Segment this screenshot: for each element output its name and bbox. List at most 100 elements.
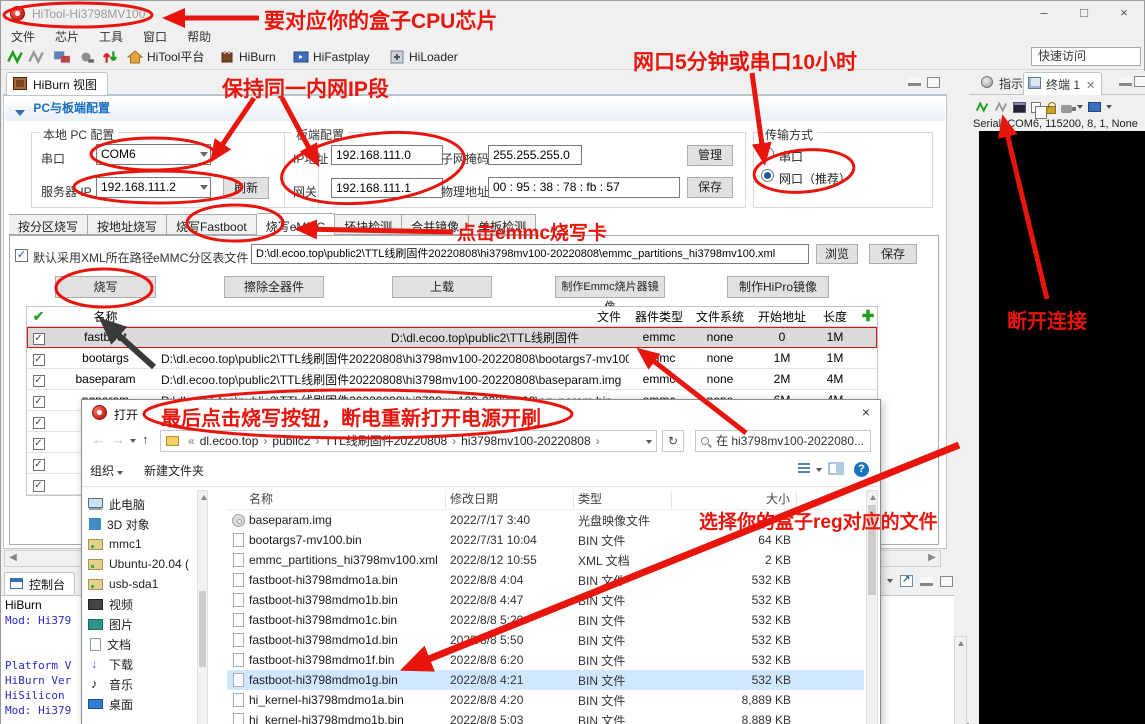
xml-save-button[interactable]: 保存 [869,244,917,264]
back-icon[interactable]: ← [92,432,105,447]
sidebar-item[interactable]: 桌面 [88,694,198,714]
col-file-date[interactable]: 修改日期 [446,490,574,509]
serial-radio-label[interactable]: 串口 [779,148,803,165]
plug-icon[interactable] [1061,105,1072,113]
row-checkbox[interactable]: ✓ [33,417,45,429]
sidebar-item[interactable]: 视频 [88,594,198,614]
col-file[interactable]: 文件 [161,308,629,325]
sidebar-item[interactable]: 文档 [88,634,198,654]
server-ip-select[interactable]: 192.168.111.2 [96,177,211,198]
chevron-down-icon[interactable] [887,579,893,583]
connect-icon[interactable] [975,100,989,114]
tab-terminal[interactable]: 终端 1✕ [1023,72,1102,95]
history-chevron-icon[interactable] [130,439,136,443]
close-button[interactable]: × [1104,1,1144,27]
breadcrumb-segment[interactable]: public2› [272,434,324,448]
col-name[interactable]: 名称 [50,308,161,325]
manage-button[interactable]: 管理 [687,145,733,166]
connect-icon[interactable] [6,48,24,66]
row-checkbox[interactable]: ✓ [33,396,45,408]
scroll-up-icon[interactable] [870,495,876,500]
sidebar-item[interactable]: Ubuntu-20.04 ( [88,554,198,574]
row-checkbox[interactable]: ✓ [33,333,45,345]
hiloader-button[interactable]: HiLoader [389,48,458,67]
xml-checkbox-label[interactable]: 默认采用XML所在路径 [33,249,154,266]
network-radio[interactable] [761,169,774,182]
burn-tab[interactable]: 按地址烧写 [88,214,167,235]
preview-pane-icon[interactable] [828,462,844,478]
forward-icon[interactable]: → [112,432,125,447]
sidebar-item[interactable]: 音乐 [88,674,198,694]
burn-button[interactable]: 烧写 [55,276,156,298]
breadcrumb-segment[interactable]: hi3798mv100-20220808› [461,434,604,448]
row-checkbox[interactable]: ✓ [33,480,45,492]
panel-minimize-icon[interactable] [908,77,921,86]
browse-button[interactable]: 浏览 [816,244,858,264]
chevron-down-icon[interactable] [1106,105,1112,109]
file-row[interactable]: hi_kernel-hi3798mdmo1a.bin 2022/8/8 4:20… [227,690,864,710]
hitool-platform-button[interactable]: HiTool平台 [127,48,204,67]
burn-tab[interactable]: 按分区烧写 [9,214,88,235]
menu-item[interactable]: 芯片 [45,27,89,46]
tab-hiburn-view[interactable]: HiBurn 视图 [6,72,108,95]
check-all-icon[interactable]: ✔ [27,308,50,325]
board-ip-input[interactable]: 192.168.111.0 [331,145,443,165]
scroll-right-icon[interactable]: ▶ [924,551,940,566]
search-input[interactable]: 在 hi3798mv100-2022080... [695,430,871,452]
lock-icon[interactable] [1046,106,1056,114]
scroll-left-icon[interactable]: ◀ [5,551,21,566]
breadcrumb-segment[interactable]: TTL线刷固件20220808› [324,434,461,448]
up-icon[interactable]: ↑ [142,432,149,447]
table-row[interactable]: ✓ bootargs D:\dl.ecoo.top\public2\TTL线刷固… [27,348,877,369]
quick-access-input[interactable]: 快速访问 [1031,47,1141,66]
subnet-mask-input[interactable]: 255.255.255.0 [488,145,582,165]
open-console-icon[interactable] [900,575,913,587]
row-checkbox[interactable]: ✓ [33,459,45,471]
board-save-button[interactable]: 保存 [687,177,733,198]
xml-path-input[interactable]: D:\dl.ecoo.top\public2\TTL线刷固件20220808\h… [251,244,809,264]
file-row[interactable]: fastboot-hi3798mdmo1c.bin 2022/8/8 5:20 … [227,610,864,630]
col-length[interactable]: 长度 [813,308,857,325]
file-row[interactable]: fastboot-hi3798mdmo1f.bin 2022/8/8 6:20 … [227,650,864,670]
table-row[interactable]: ✓ baseparam D:\dl.ecoo.top\public2\TTL线刷… [27,369,877,390]
table-row[interactable]: ✓ fastboot D:\dl.ecoo.top\public2\TTL线刷固… [27,327,877,348]
scroll-up-icon[interactable] [958,641,964,646]
organize-button[interactable]: 组织 [90,462,123,479]
erase-all-button[interactable]: 擦除全器件 [224,276,324,298]
refresh-icon[interactable]: ↻ [662,430,684,452]
make-emmc-image-button[interactable]: 制作Emmc烧片器镜像 [555,276,665,298]
sidebar-item[interactable]: usb-sda1 [88,574,198,594]
chevron-down-icon[interactable] [646,440,652,444]
console-scrollbar[interactable] [954,636,967,724]
hifastplay-button[interactable]: HiFastplay [293,48,370,67]
terminal-settings-icon[interactable] [1013,102,1026,113]
serial-radio[interactable] [761,147,774,160]
file-row[interactable]: fastboot-hi3798mdmo1d.bin 2022/8/8 5:50 … [227,630,864,650]
disconnect-icon[interactable] [994,100,1008,114]
row-checkbox[interactable]: ✓ [33,354,45,366]
tool-icon[interactable] [77,48,95,66]
right-minimize-icon[interactable] [1119,77,1132,86]
breadcrumb-segment[interactable]: dl.ecoo.top› [200,434,273,448]
chevron-down-icon[interactable] [816,468,822,472]
maximize-button[interactable]: □ [1064,1,1104,27]
file-row[interactable]: fastboot-hi3798mdmo1b.bin 2022/8/8 4:47 … [227,590,864,610]
burn-tab[interactable]: 烧写eMMC [257,213,335,235]
col-fs[interactable]: 文件系统 [689,308,751,325]
breadcrumb[interactable]: «dl.ecoo.top›public2›TTL线刷固件20220808›hi3… [160,430,657,452]
view-mode-icon[interactable] [796,462,816,478]
col-file-type[interactable]: 类型 [574,490,672,509]
mac-input[interactable]: 00 : 95 : 38 : 78 : fb : 57 [488,177,680,198]
file-row[interactable]: hi_kernel-hi3798mdmo1b.bin 2022/8/8 5:03… [227,710,864,724]
menu-item[interactable]: 窗口 [133,27,177,46]
row-checkbox[interactable]: ✓ [33,375,45,387]
close-tab-icon[interactable]: ✕ [1086,80,1095,92]
sidebar-item[interactable]: 下载 [88,654,198,674]
hiburn-button[interactable]: HiBurn [219,48,276,67]
add-row-icon[interactable]: ✚ [857,310,879,323]
upload-button[interactable]: 上载 [392,276,492,298]
sidebar-item[interactable]: mmc1 [88,534,198,554]
burn-tab[interactable]: 坏块检测 [335,214,402,235]
console-minimize-icon[interactable] [920,577,933,586]
console-maximize-icon[interactable] [940,576,953,587]
